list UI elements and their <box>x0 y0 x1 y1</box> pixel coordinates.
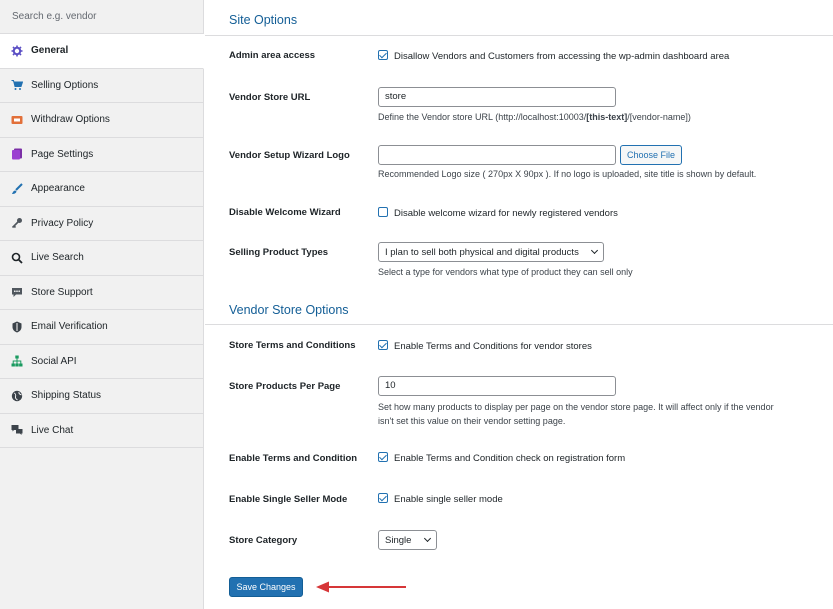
terms-checkbox-label: Enable Terms and Conditions for vendor s… <box>394 341 592 352</box>
admin-access-checkbox-label: Disallow Vendors and Customers from acce… <box>394 51 730 62</box>
sidebar-item-label: Page Settings <box>31 148 94 160</box>
sidebar-item-label: Withdraw Options <box>31 114 110 126</box>
wizard-logo-description: Recommended Logo size ( 270px X 90px ). … <box>378 169 757 179</box>
cart-icon <box>11 79 23 91</box>
shield-icon <box>11 321 23 333</box>
settings-search-input[interactable]: Search e.g. vendor <box>0 0 203 34</box>
wizard-logo-label: Vendor Setup Wizard Logo <box>229 150 350 161</box>
sidebar-item-label: Live Chat <box>31 424 74 436</box>
sidebar-item-store-support[interactable]: Store Support <box>0 276 203 310</box>
admin-access-checkbox[interactable] <box>378 50 388 60</box>
product-types-description: Select a type for vendors what type of p… <box>378 267 633 277</box>
store-category-selected: Single <box>385 534 412 546</box>
sidebar-item-selling-options[interactable]: Selling Options <box>0 69 203 103</box>
sidebar-item-label: Live Search <box>31 252 84 264</box>
sidebar-item-live-search[interactable]: Live Search <box>0 241 203 276</box>
gear-icon <box>11 45 23 57</box>
store-url-input[interactable]: store <box>378 87 616 107</box>
sidebar-item-label: Appearance <box>31 183 85 195</box>
admin-access-label: Admin area access <box>229 50 316 61</box>
admin-access-field: Disallow Vendors and Customers from acce… <box>378 50 729 62</box>
single-seller-checkbox[interactable] <box>378 493 388 503</box>
sidebar-item-social-api[interactable]: Social API <box>0 345 203 379</box>
settings-main: Site Options Admin area access Disallow … <box>205 0 833 609</box>
site-options-title: Site Options <box>229 13 298 27</box>
vendor-store-options-title: Vendor Store Options <box>229 303 349 317</box>
chevron-down-icon <box>590 246 599 255</box>
sidebar-item-label: Store Support <box>31 286 93 298</box>
disable-wizard-field: Disable welcome wizard for newly registe… <box>378 207 618 219</box>
sidebar-item-label: Privacy Policy <box>31 217 94 229</box>
product-types-label: Selling Product Types <box>229 247 329 258</box>
sidebar-item-label: Selling Options <box>31 79 99 91</box>
sidebar-item-privacy-policy[interactable]: Privacy Policy <box>0 207 203 241</box>
store-url-desc-bold: [this-text] <box>586 112 628 122</box>
network-icon <box>11 355 23 367</box>
wizard-logo-input[interactable] <box>378 145 616 165</box>
brush-icon <box>11 183 23 195</box>
store-url-desc-suffix: /[vendor-name]) <box>627 112 691 122</box>
section-divider <box>205 324 833 325</box>
key-icon <box>11 217 23 229</box>
store-category-label: Store Category <box>229 535 298 546</box>
sidebar-item-label: General <box>31 45 69 57</box>
enable-terms-checkbox-label: Enable Terms and Condition check on regi… <box>394 453 626 464</box>
enable-terms-checkbox[interactable] <box>378 452 388 462</box>
save-changes-button[interactable]: Save Changes <box>229 577 303 597</box>
store-category-select[interactable]: Single <box>378 530 437 550</box>
single-seller-label: Enable Single Seller Mode <box>229 494 348 505</box>
arrow-annotation-icon <box>316 581 406 593</box>
sidebar-item-label: Shipping Status <box>31 390 102 402</box>
store-url-label: Vendor Store URL <box>229 92 311 103</box>
sidebar-item-label: Social API <box>31 355 77 367</box>
chat-bubbles-icon <box>11 424 23 436</box>
sidebar-item-page-settings[interactable]: Page Settings <box>0 138 203 172</box>
single-seller-field: Enable single seller mode <box>378 493 503 505</box>
sidebar-item-email-verification[interactable]: Email Verification <box>0 310 203 345</box>
chat-icon <box>11 286 23 298</box>
sidebar-item-general[interactable]: General <box>0 34 204 69</box>
withdraw-icon <box>11 114 23 126</box>
per-page-input[interactable]: 10 <box>378 376 616 396</box>
disable-wizard-checkbox[interactable] <box>378 207 388 217</box>
choose-file-button[interactable]: Choose File <box>620 145 682 165</box>
settings-sidebar: Search e.g. vendor General Selling Optio… <box>0 0 204 609</box>
store-url-desc-prefix: Define the Vendor store URL (http://loca… <box>378 112 587 122</box>
sidebar-item-live-chat[interactable]: Live Chat <box>0 414 203 448</box>
enable-terms-field: Enable Terms and Condition check on regi… <box>378 452 625 464</box>
terms-checkbox[interactable] <box>378 340 388 350</box>
terms-field: Enable Terms and Conditions for vendor s… <box>378 340 592 352</box>
product-types-selected: I plan to sell both physical and digital… <box>385 246 579 258</box>
per-page-label: Store Products Per Page <box>229 381 341 392</box>
sidebar-item-shipping-status[interactable]: Shipping Status <box>0 379 203 414</box>
page-icon <box>11 148 23 160</box>
disable-wizard-label: Disable Welcome Wizard <box>229 207 341 218</box>
per-page-desc-line: isn't set this value on their vendor set… <box>378 416 566 426</box>
enable-terms-label: Enable Terms and Condition <box>229 453 358 464</box>
sidebar-item-label: Email Verification <box>31 321 108 333</box>
product-types-select[interactable]: I plan to sell both physical and digital… <box>378 242 604 262</box>
per-page-description: Set how many products to display per pag… <box>378 400 774 428</box>
sidebar-item-withdraw-options[interactable]: Withdraw Options <box>0 103 203 138</box>
sidebar-item-appearance[interactable]: Appearance <box>0 172 203 207</box>
per-page-desc-line: Set how many products to display per pag… <box>378 402 774 412</box>
globe-icon <box>11 390 23 402</box>
section-divider <box>205 35 833 36</box>
single-seller-checkbox-label: Enable single seller mode <box>394 494 503 505</box>
store-url-description: Define the Vendor store URL (http://loca… <box>378 110 691 124</box>
chevron-down-icon <box>423 534 432 543</box>
search-icon <box>11 252 23 264</box>
disable-wizard-checkbox-label: Disable welcome wizard for newly registe… <box>394 208 618 219</box>
terms-label: Store Terms and Conditions <box>229 340 356 351</box>
